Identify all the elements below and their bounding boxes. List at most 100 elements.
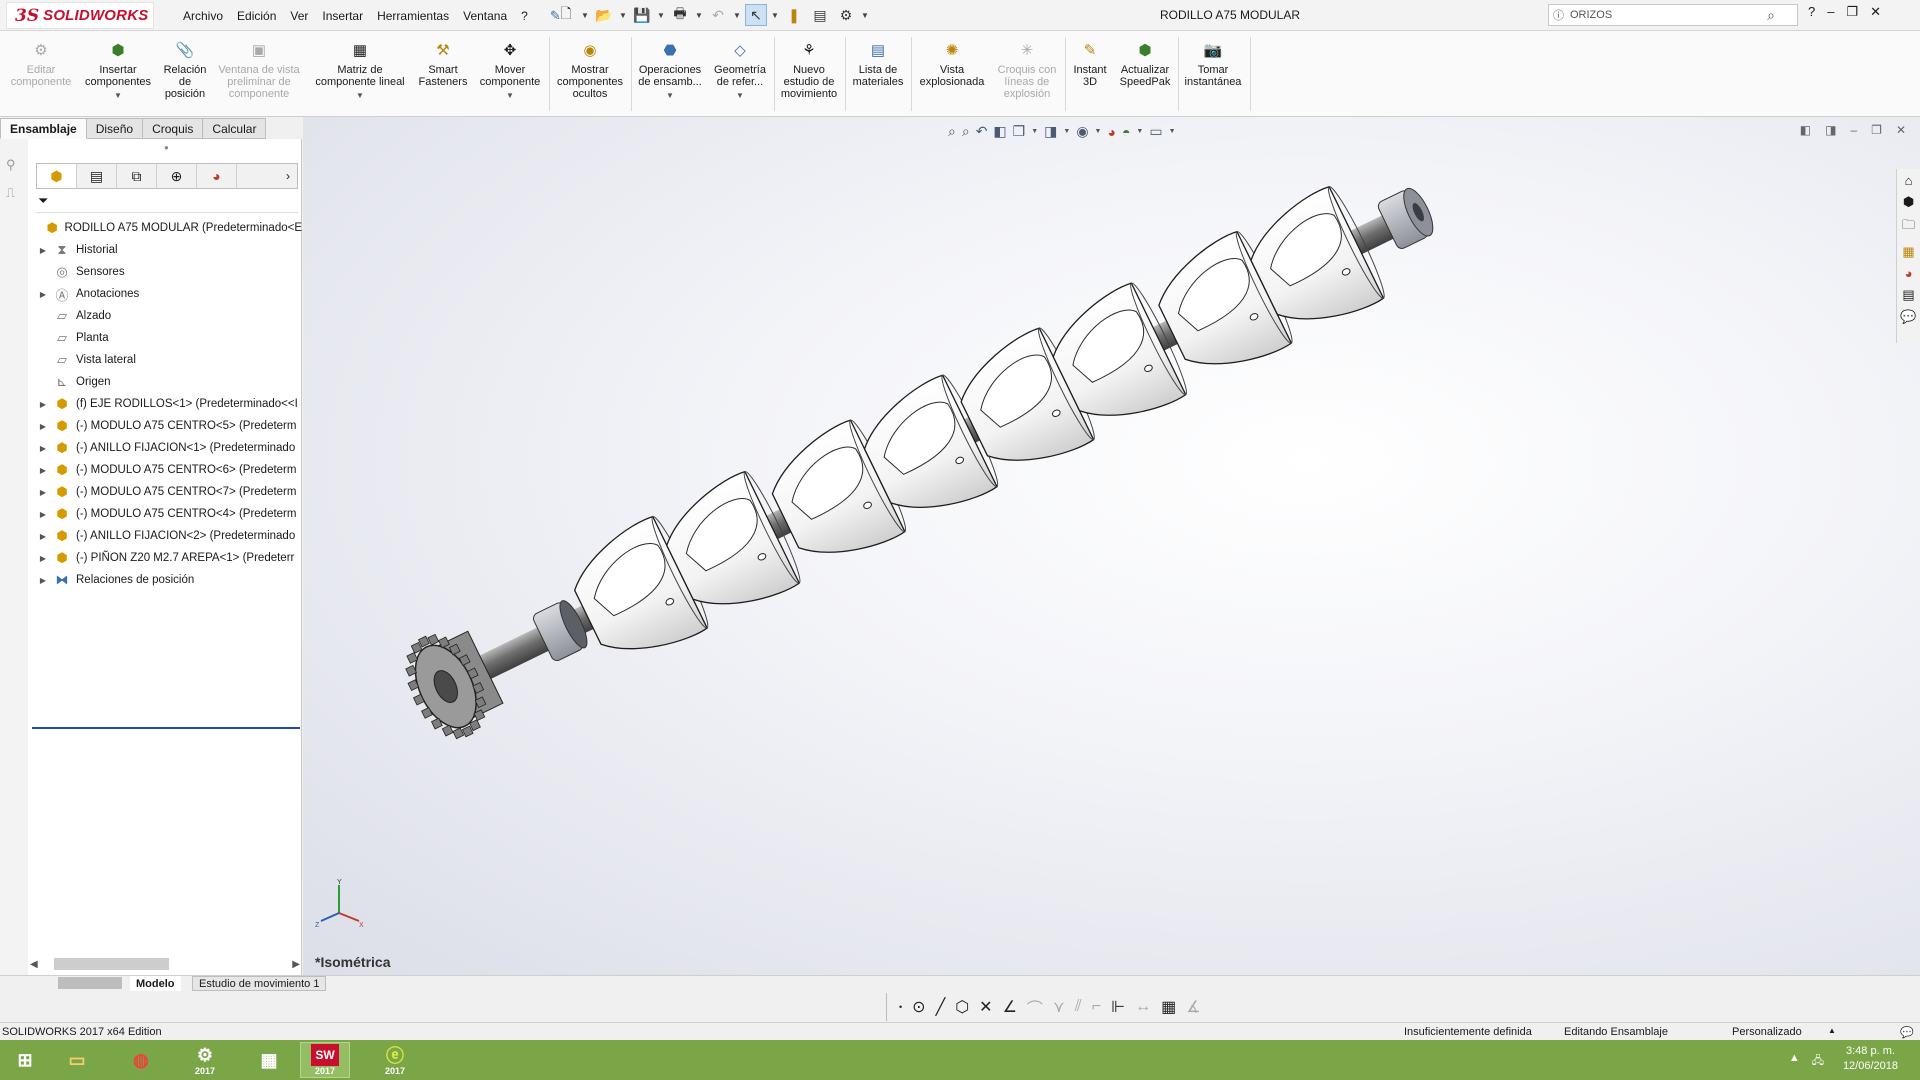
tree-item-planta[interactable]: ▱ Planta: [30, 327, 302, 349]
menu-insertar[interactable]: Insertar: [315, 9, 370, 23]
select-pointer-icon[interactable]: ↖: [745, 4, 767, 26]
menu-edicion[interactable]: Edición: [230, 9, 283, 23]
taskbar-sw-app[interactable]: ⚙ 2017: [180, 1042, 230, 1078]
edit-component-button[interactable]: ⚙ Editar componente: [6, 41, 76, 88]
chevron-down-icon[interactable]: ▼: [666, 90, 674, 102]
feature-manager-tab-icon[interactable]: ⬢: [37, 164, 77, 188]
chevron-down-icon[interactable]: ▼: [657, 11, 665, 20]
pinion-gear[interactable]: [392, 619, 509, 750]
tree-item-sensores[interactable]: ◎ Sensores: [30, 261, 302, 283]
notification-icon[interactable]: 💬: [1900, 1026, 1914, 1039]
taskbar-calculator[interactable]: ▦: [244, 1042, 294, 1078]
menu-archivo[interactable]: Archivo: [176, 9, 230, 23]
fillet-icon[interactable]: ⌒: [1027, 995, 1043, 1019]
speedpak-button[interactable]: ⬢ Actualizar SpeedPak: [1114, 41, 1176, 88]
start-button[interactable]: ⊞: [0, 1042, 50, 1078]
help-icon[interactable]: ?: [1808, 4, 1815, 20]
tree-item-vista-lateral[interactable]: ▱ Vista lateral: [30, 349, 302, 371]
polygon-icon[interactable]: ⬡: [955, 997, 969, 1017]
close-icon[interactable]: ✕: [1870, 4, 1881, 20]
expand-icon[interactable]: ▶: [36, 400, 50, 409]
tab-ensamblaje[interactable]: Ensamblaje: [0, 118, 87, 139]
save-icon[interactable]: 💾: [631, 4, 653, 26]
scroll-right-icon[interactable]: ▶: [292, 959, 300, 970]
grid-icon[interactable]: ▦: [1161, 997, 1176, 1017]
horizontal-scrollbar[interactable]: ◀ ▶: [30, 956, 300, 972]
tree-filter[interactable]: ⏷: [36, 193, 298, 213]
expand-icon[interactable]: ▶: [36, 510, 50, 519]
chevron-down-icon[interactable]: ▼: [581, 11, 589, 20]
angle-dimension-icon[interactable]: ∡: [1186, 997, 1200, 1017]
bom-button[interactable]: ▤ Lista de materiales: [848, 41, 908, 88]
tab-diseno[interactable]: Diseño: [86, 118, 144, 139]
side-strip-icon[interactable]: ⎍: [6, 185, 28, 201]
tree-item-anotaciones[interactable]: ▶ Ⓐ Anotaciones: [30, 283, 302, 305]
expand-icon[interactable]: ▶: [36, 246, 50, 255]
chevron-down-icon[interactable]: ▼: [114, 90, 122, 102]
tree-item-eje-rodillos[interactable]: ▶ ⬢ (f) EJE RODILLOS<1> (Predeterminado<<I: [30, 393, 302, 415]
linear-pattern-button[interactable]: ▦ Matriz de componente lineal ▼: [308, 41, 412, 102]
chevron-up-icon[interactable]: ▲: [1828, 1026, 1836, 1035]
assembly-features-button[interactable]: ⬣ Operaciones de ensamb... ▼: [634, 41, 706, 102]
tab-navigation-arrows[interactable]: [58, 977, 122, 989]
circle-icon[interactable]: ⊙: [912, 997, 925, 1017]
expand-icon[interactable]: ▶: [36, 466, 50, 475]
filter-icon[interactable]: ⏷: [38, 193, 48, 208]
tray-chevron-icon[interactable]: ▲: [1789, 1052, 1800, 1071]
line-icon[interactable]: ╱: [936, 997, 946, 1017]
corner-icon[interactable]: ⌐: [1092, 998, 1101, 1016]
insert-components-button[interactable]: ⬢ Insertar componentes ▼: [80, 41, 156, 102]
tree-item-historial[interactable]: ▶ ⧗ Historial: [30, 239, 302, 261]
menu-ventana[interactable]: Ventana: [456, 9, 514, 23]
taskbar-file-explorer[interactable]: ▭: [52, 1042, 102, 1078]
chevron-down-icon[interactable]: ▼: [619, 11, 627, 20]
dimension-icon[interactable]: ↔: [1135, 998, 1151, 1016]
minimize-icon[interactable]: –: [1827, 4, 1834, 20]
new-document-icon[interactable]: 🗋: [555, 4, 577, 26]
tree-item-anillo-1[interactable]: ▶ ⬢ (-) ANILLO FIJACION<1> (Predeterminado: [30, 437, 302, 459]
exploded-view-button[interactable]: ✺ Vista explosionada: [914, 41, 990, 88]
tree-item-relaciones[interactable]: ▶ ⧓ Relaciones de posición: [30, 569, 302, 591]
tree-item-pinon[interactable]: ▶ ⬢ (-) PIÑON Z20 M2.7 AREPA<1> (Predeterr: [30, 547, 302, 569]
menu-herramientas[interactable]: Herramientas: [370, 9, 456, 23]
move-component-button[interactable]: ✥ Mover componente ▼: [474, 41, 546, 102]
preview-window-button[interactable]: ▣ Ventana de vista preliminar de componen…: [214, 41, 304, 100]
tree-item-modulo-7[interactable]: ▶ ⬢ (-) MODULO A75 CENTRO<7> (Predeterm: [30, 481, 302, 503]
chevron-down-icon[interactable]: ▼: [771, 11, 779, 20]
search-input[interactable]: ORIZOS: [1570, 9, 1612, 21]
tree-item-origen[interactable]: ⊾ Origen: [30, 371, 302, 393]
roller-module[interactable]: [1145, 183, 1391, 389]
menu-help[interactable]: ?: [514, 9, 535, 23]
undo-icon[interactable]: ↶: [707, 4, 729, 26]
expand-icon[interactable]: ▶: [36, 532, 50, 541]
mate-button[interactable]: 📎 Relación de posición: [158, 41, 212, 100]
clock[interactable]: 3:48 p. m. 12/06/2018: [1843, 1044, 1898, 1074]
solidworks-logo[interactable]: 3S SOLIDWORKS: [6, 2, 154, 29]
panel-grip-icon[interactable]: ●: [164, 143, 169, 152]
chevron-down-icon[interactable]: ▼: [861, 11, 869, 20]
extend-icon[interactable]: ⋎: [1053, 997, 1065, 1017]
tree-item-modulo-5[interactable]: ▶ ⬢ (-) MODULO A75 CENTRO<5> (Predeterm: [30, 415, 302, 437]
offset-icon[interactable]: ⫽: [1075, 998, 1082, 1016]
chevron-down-icon[interactable]: ▼: [736, 90, 744, 102]
chevron-down-icon[interactable]: ▼: [506, 90, 514, 102]
configuration-manager-tab-icon[interactable]: ⧉: [117, 164, 157, 188]
options-gear-icon[interactable]: ⚙: [835, 4, 857, 26]
snapshot-button[interactable]: 📷 Tomar instantánea: [1180, 41, 1246, 88]
tree-item-modulo-4[interactable]: ▶ ⬢ (-) MODULO A75 CENTRO<4> (Predeterm: [30, 503, 302, 525]
chevron-right-icon[interactable]: ›: [279, 164, 297, 188]
chevron-down-icon[interactable]: ▼: [733, 11, 741, 20]
roller-module[interactable]: [560, 468, 806, 674]
reference-geometry-button[interactable]: ◇ Geometría de refer... ▼: [708, 41, 772, 102]
smart-fasteners-button[interactable]: ⚒ Smart Fasteners: [414, 41, 472, 88]
tab-calcular[interactable]: Calcular: [203, 118, 267, 139]
chevron-down-icon[interactable]: ▼: [695, 11, 703, 20]
file-properties-icon[interactable]: ▤: [809, 4, 831, 26]
trim-icon[interactable]: ✕: [979, 997, 992, 1017]
units-selector[interactable]: Personalizado: [1732, 1026, 1802, 1038]
expand-icon[interactable]: ▶: [36, 488, 50, 497]
tree-root[interactable]: ⬢ RODILLO A75 MODULAR (Predeterminado<E: [30, 217, 302, 239]
search-icon[interactable]: ⌕: [1767, 7, 1775, 24]
search-box[interactable]: ⓘ ORIZOS ⌕: [1548, 4, 1798, 26]
rebuild-icon[interactable]: ❚: [783, 4, 805, 26]
